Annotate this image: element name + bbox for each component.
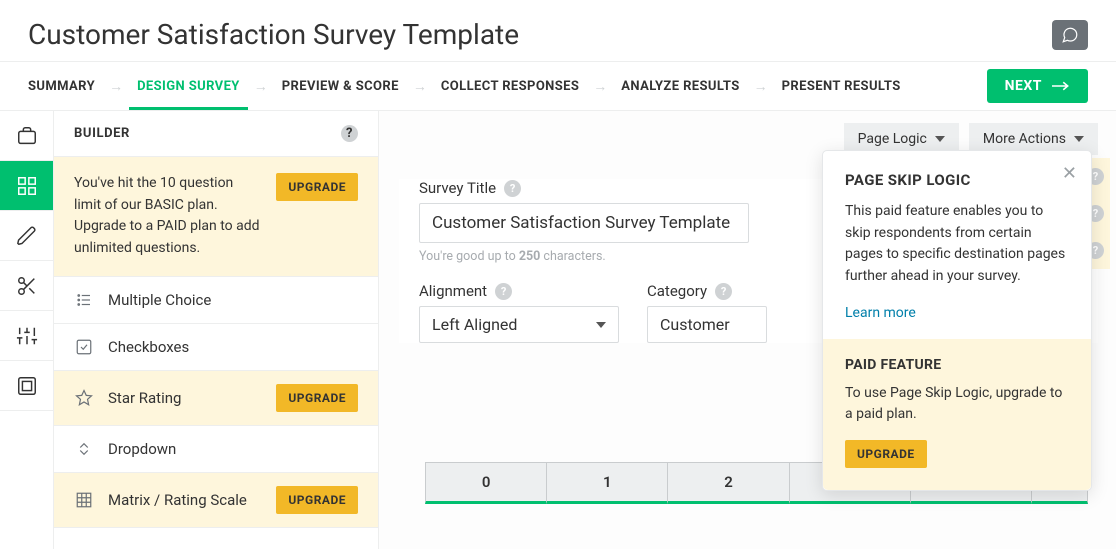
tool-rail — [0, 111, 54, 549]
alignment-label: Alignment — [419, 282, 487, 300]
chevron-right-icon: → — [413, 78, 427, 95]
qtype-label: Dropdown — [108, 440, 176, 458]
chevron-right-icon: → — [593, 78, 607, 95]
wizard-tabs: SUMMARY → DESIGN SURVEY → PREVIEW & SCOR… — [0, 61, 1116, 111]
qtype-label: Star Rating — [108, 389, 181, 407]
rail-item-options[interactable] — [0, 311, 53, 361]
grid-icon — [74, 490, 94, 510]
tab-present-results[interactable]: PRESENT RESULTS — [782, 79, 901, 94]
qtype-checkboxes[interactable]: Checkboxes — [54, 324, 378, 371]
chevron-right-icon: → — [254, 78, 268, 95]
scissors-icon — [16, 275, 38, 297]
caret-down-icon — [596, 322, 606, 328]
tab-analyze-results[interactable]: ANALYZE RESULTS — [621, 79, 739, 94]
tab-preview-score[interactable]: PREVIEW & SCORE — [282, 79, 399, 94]
qtype-label: Matrix / Rating Scale — [108, 491, 247, 509]
popover-title: PAGE SKIP LOGIC — [845, 171, 1069, 189]
rail-item-layout[interactable] — [0, 361, 53, 411]
chat-button[interactable] — [1052, 20, 1088, 50]
next-button[interactable]: NEXT — [987, 69, 1088, 103]
tab-collect-responses[interactable]: COLLECT RESPONSES — [441, 79, 579, 94]
page-title: Customer Satisfaction Survey Template — [28, 18, 519, 51]
sidebar-title: BUILDER — [74, 126, 130, 141]
alignment-select[interactable]: Left Aligned — [419, 306, 619, 343]
category-select[interactable]: Customer — [647, 306, 767, 343]
help-icon[interactable]: ? — [504, 180, 521, 197]
page-skip-logic-popover: ✕ PAGE SKIP LOGIC This paid feature enab… — [822, 150, 1092, 491]
page-logic-label: Page Logic — [858, 131, 927, 147]
scale-cell-0[interactable]: 0 — [425, 462, 547, 504]
category-value: Customer — [660, 315, 730, 334]
help-icon[interactable]: ? — [715, 283, 732, 300]
popover-body: This paid feature enables you to skip re… — [845, 201, 1069, 288]
upgrade-notice: You've hit the 10 question limit of our … — [54, 156, 378, 277]
qtype-matrix[interactable]: Matrix / Rating Scale UPGRADE — [54, 473, 378, 528]
qtype-star-rating[interactable]: Star Rating UPGRADE — [54, 371, 378, 426]
briefcase-icon — [16, 125, 38, 147]
rail-item-edit[interactable] — [0, 211, 53, 261]
chat-icon — [1061, 26, 1079, 44]
more-actions-label: More Actions — [983, 131, 1066, 147]
sort-icon — [74, 439, 94, 459]
survey-title-label: Survey Title — [419, 179, 496, 197]
sliders-icon — [16, 325, 38, 347]
upgrade-notice-text: You've hit the 10 question limit of our … — [74, 173, 260, 260]
chevron-right-icon: → — [754, 78, 768, 95]
survey-title-input[interactable] — [419, 203, 749, 243]
blocks-icon — [16, 175, 38, 197]
next-label: NEXT — [1005, 78, 1042, 94]
arrow-right-icon — [1052, 80, 1070, 92]
tab-summary[interactable]: SUMMARY — [28, 79, 95, 94]
pencil-icon — [16, 225, 38, 247]
rail-item-builder[interactable] — [0, 161, 53, 211]
alignment-value: Left Aligned — [432, 315, 517, 334]
close-icon[interactable]: ✕ — [1062, 163, 1077, 184]
help-icon[interactable]: ? — [495, 283, 512, 300]
list-icon — [74, 290, 94, 310]
upgrade-button[interactable]: UPGRADE — [276, 384, 358, 412]
qtype-label: Checkboxes — [108, 338, 189, 356]
rail-item-logic[interactable] — [0, 261, 53, 311]
upgrade-button[interactable]: UPGRADE — [276, 173, 358, 201]
layout-icon — [16, 375, 38, 397]
star-icon — [74, 388, 94, 408]
rail-item-briefcase[interactable] — [0, 111, 53, 161]
qtype-multiple-choice[interactable]: Multiple Choice — [54, 277, 378, 324]
scale-cell-1[interactable]: 1 — [547, 462, 668, 504]
tab-design-survey[interactable]: DESIGN SURVEY — [137, 79, 240, 94]
chevron-right-icon: → — [109, 78, 123, 95]
upgrade-button[interactable]: UPGRADE — [845, 440, 927, 468]
qtype-dropdown[interactable]: Dropdown — [54, 426, 378, 473]
caret-down-icon — [1074, 136, 1084, 142]
paid-feature-body: To use Page Skip Logic, upgrade to a pai… — [845, 383, 1069, 426]
checkbox-icon — [74, 337, 94, 357]
builder-sidebar: BUILDER ? You've hit the 10 question lim… — [54, 111, 379, 549]
category-label: Category — [647, 282, 707, 300]
qtype-label: Multiple Choice — [108, 291, 211, 309]
caret-down-icon — [935, 136, 945, 142]
learn-more-link[interactable]: Learn more — [845, 305, 916, 321]
upgrade-button[interactable]: UPGRADE — [276, 486, 358, 514]
help-icon[interactable]: ? — [341, 125, 358, 142]
scale-cell-2[interactable]: 2 — [668, 462, 789, 504]
paid-feature-title: PAID FEATURE — [845, 357, 1069, 373]
